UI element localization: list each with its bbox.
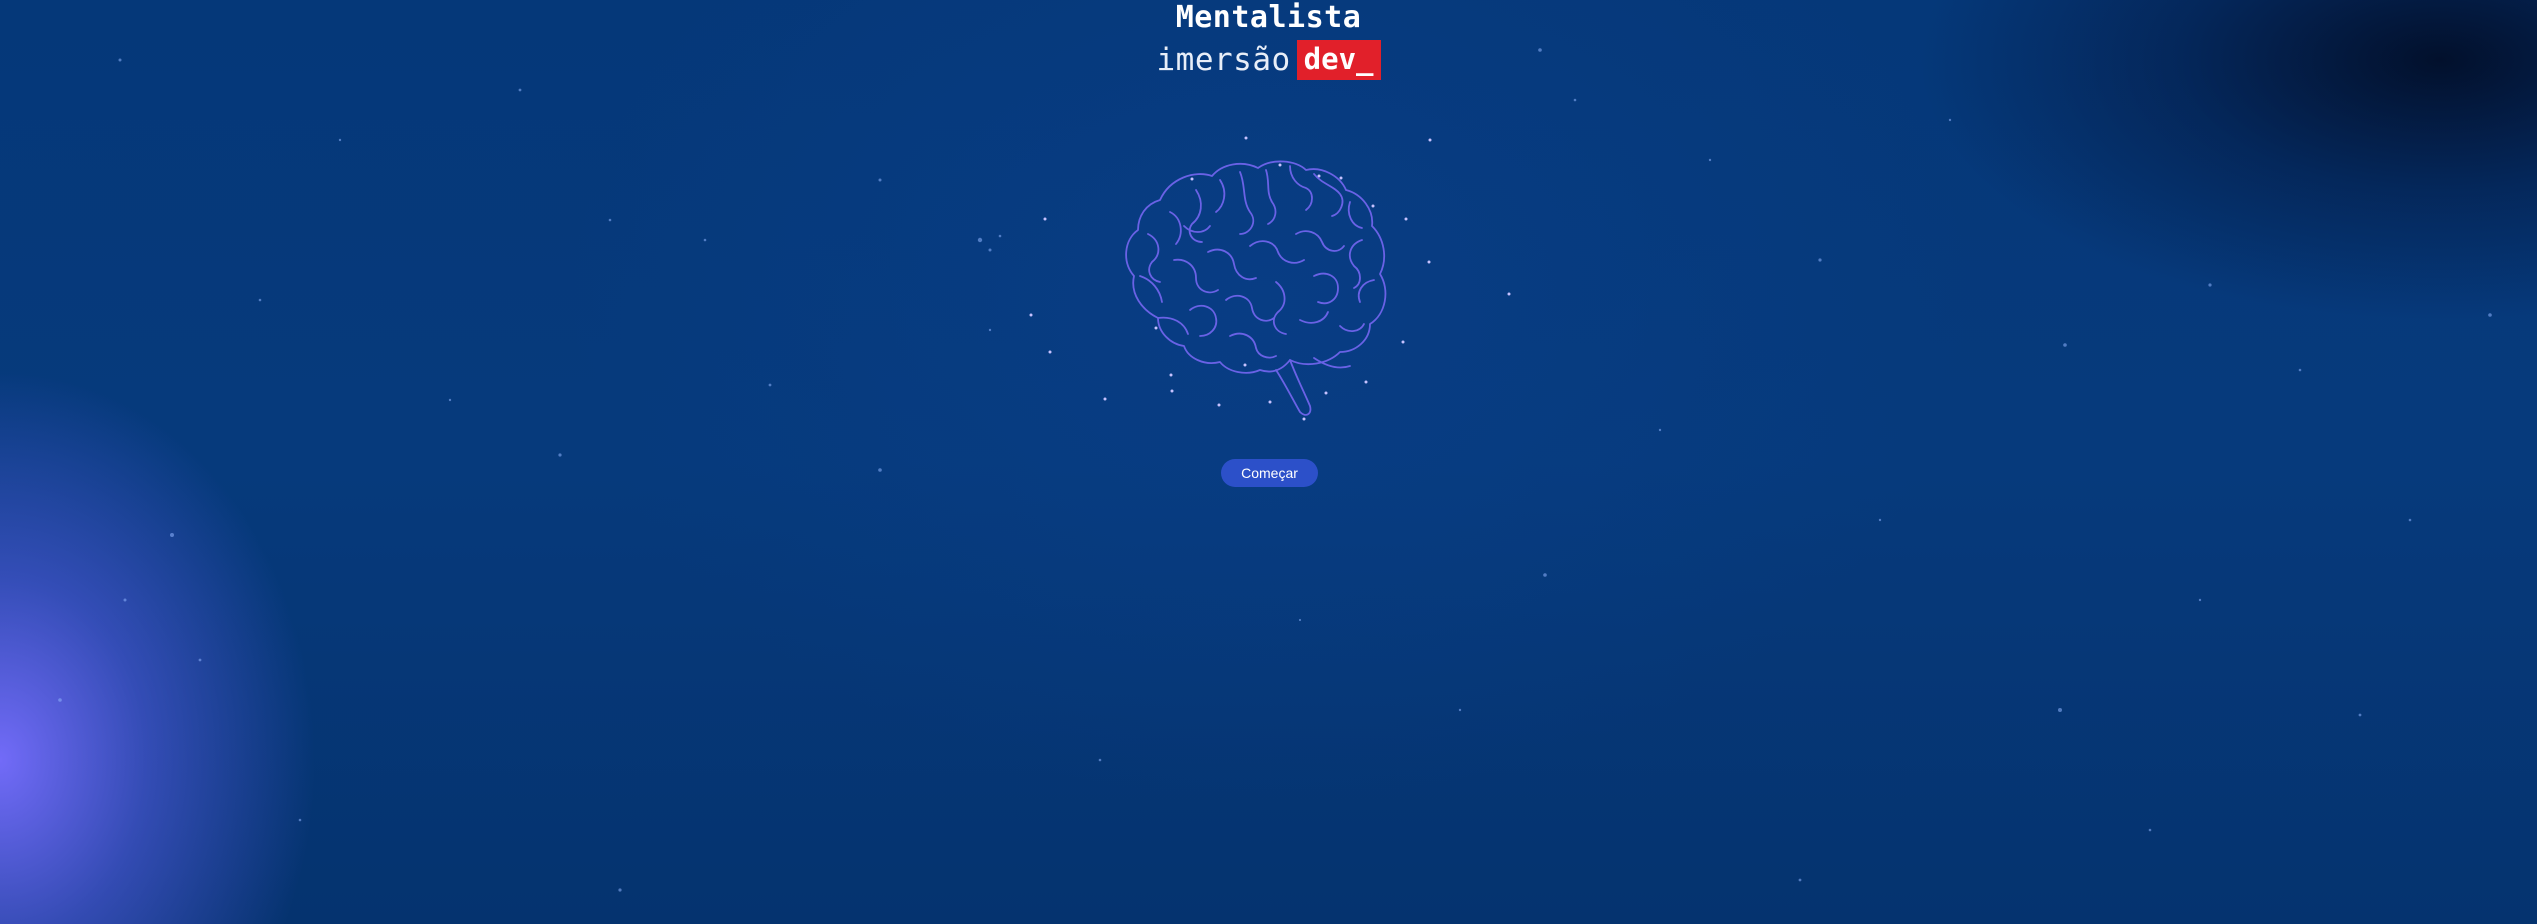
dev-badge: dev_	[1296, 40, 1381, 80]
page-header: Mentalista imersão dev_	[0, 0, 2537, 80]
page-title: Mentalista	[1175, 0, 1362, 35]
start-button[interactable]: Começar	[1221, 459, 1318, 487]
imersao-dev-logo: imersão dev_	[0, 40, 2537, 80]
brain-icon	[1100, 130, 1440, 430]
imersao-label: imersão	[1156, 42, 1291, 78]
